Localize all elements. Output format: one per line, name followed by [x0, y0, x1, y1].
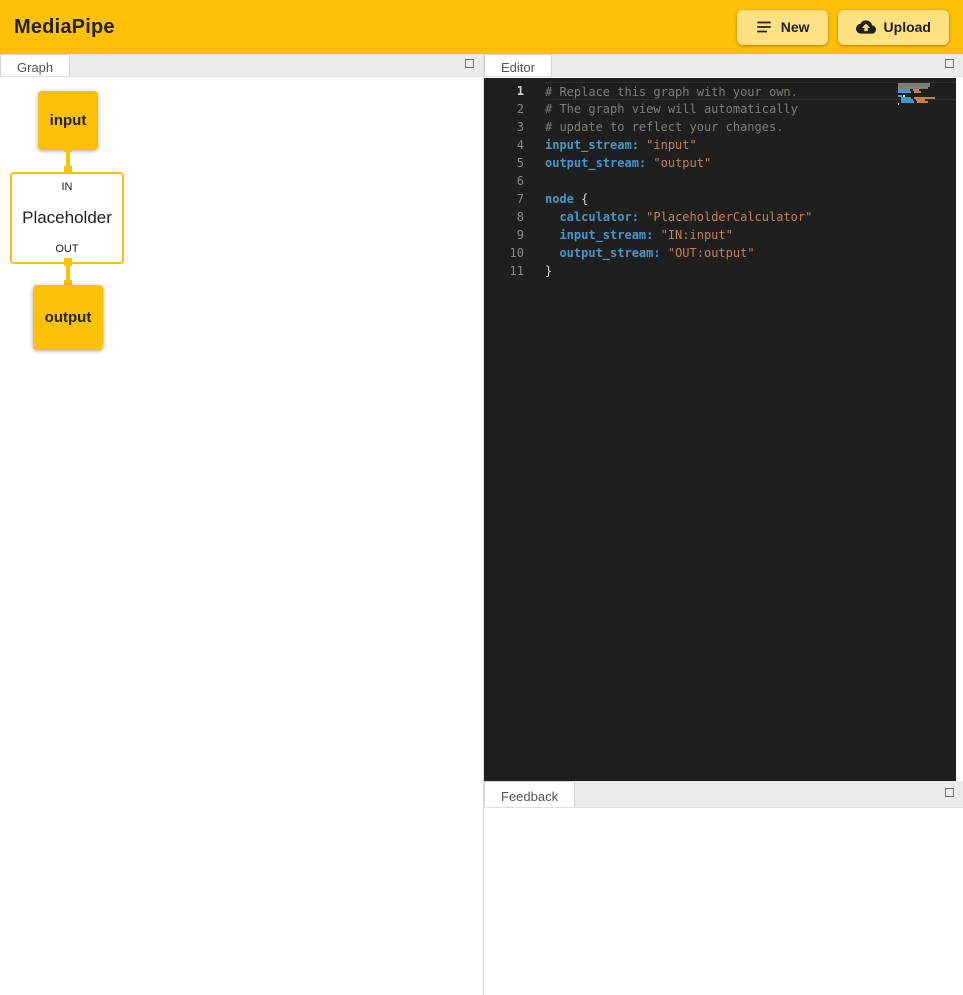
code-line: # The graph view will automatically [545, 100, 956, 118]
feedback-content [484, 809, 963, 995]
new-button[interactable]: New [737, 10, 828, 45]
cloud-upload-icon [856, 17, 876, 37]
graph-node-placeholder[interactable]: IN Placeholder OUT [10, 172, 124, 264]
placeholder-in-port-label: IN [62, 181, 73, 193]
tab-graph-label: Graph [17, 60, 53, 75]
code-line: # update to reflect your changes. [545, 118, 956, 136]
feedback-tab-strip: Feedback [484, 781, 963, 808]
code-line [545, 172, 956, 190]
minimap[interactable] [898, 83, 940, 105]
new-button-label: New [781, 19, 810, 35]
placeholder-out-port-label: OUT [55, 243, 78, 255]
tab-editor[interactable]: Editor [484, 54, 552, 76]
popout-icon[interactable] [945, 788, 954, 797]
tab-graph[interactable]: Graph [0, 54, 70, 76]
code-line: output_stream: "output" [545, 154, 956, 172]
right-column: Editor 1234567891011 # Replace this grap… [484, 54, 963, 995]
line-number: 1 [484, 82, 524, 100]
line-number: 7 [484, 190, 524, 208]
tab-feedback[interactable]: Feedback [484, 781, 575, 807]
popout-icon[interactable] [465, 59, 474, 68]
app-header: MediaPipe New Upload [0, 0, 963, 54]
line-number: 8 [484, 208, 524, 226]
code-line: # Replace this graph with your own. [545, 82, 956, 100]
input-node-label: input [50, 112, 87, 129]
line-number: 11 [484, 262, 524, 280]
feedback-panel: Feedback [484, 781, 963, 995]
code-lines: # Replace this graph with your own.# The… [524, 82, 956, 781]
popout-icon[interactable] [945, 59, 954, 68]
line-numbers: 1234567891011 [484, 82, 524, 781]
workspace: Graph input IN Placeholder OUT output [0, 54, 963, 995]
graph-panel: Graph input IN Placeholder OUT output [0, 54, 484, 995]
line-number: 9 [484, 226, 524, 244]
graph-node-input[interactable]: input [38, 91, 98, 150]
upload-button-label: Upload [884, 19, 931, 35]
code-line: calculator: "PlaceholderCalculator" [545, 208, 956, 226]
line-number: 5 [484, 154, 524, 172]
editor-panel: Editor 1234567891011 # Replace this grap… [484, 54, 963, 781]
graph-tab-strip: Graph [0, 54, 483, 77]
code-line: input_stream: "input" [545, 136, 956, 154]
line-number: 4 [484, 136, 524, 154]
editor-tab-strip: Editor [484, 54, 963, 77]
code-line: output_stream: "OUT:output" [545, 244, 956, 262]
tab-editor-label: Editor [501, 60, 535, 75]
code-line: input_stream: "IN:input" [545, 226, 956, 244]
tab-feedback-label: Feedback [501, 789, 558, 804]
line-number: 10 [484, 244, 524, 262]
header-actions: New Upload [737, 10, 949, 45]
code-line: node { [545, 190, 956, 208]
code-editor[interactable]: 1234567891011 # Replace this graph with … [484, 78, 956, 781]
output-node-label: output [45, 309, 92, 326]
line-number: 3 [484, 118, 524, 136]
line-number: 6 [484, 172, 524, 190]
line-number: 2 [484, 100, 524, 118]
graph-node-output[interactable]: output [33, 285, 103, 350]
placeholder-node-title: Placeholder [22, 208, 112, 228]
app-title: MediaPipe [14, 16, 115, 39]
graph-canvas[interactable]: input IN Placeholder OUT output [0, 78, 483, 995]
minimap-line [898, 103, 940, 105]
menu-icon [755, 18, 773, 36]
upload-button[interactable]: Upload [838, 10, 949, 45]
code-line: } [545, 262, 956, 280]
